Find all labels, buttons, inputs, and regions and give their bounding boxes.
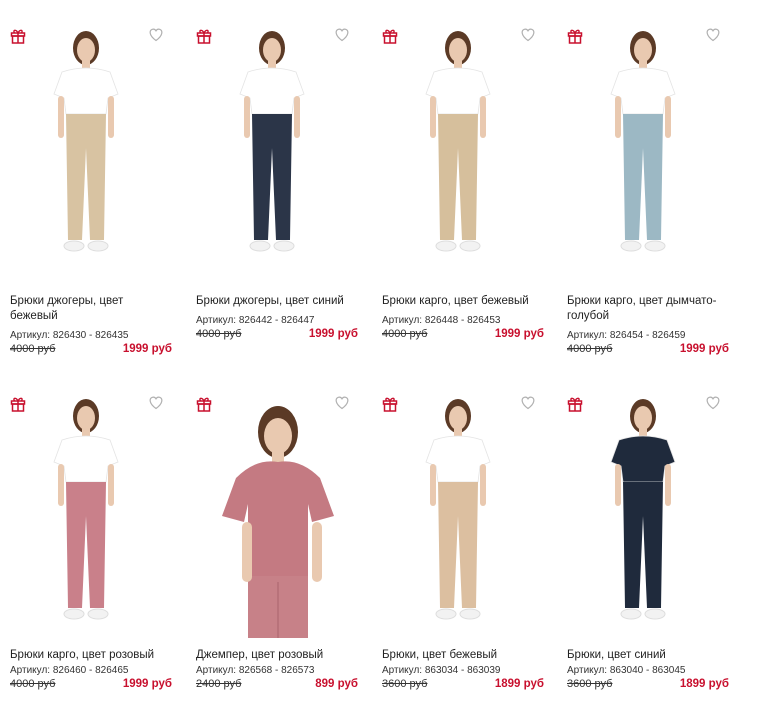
product-photo[interactable] [372,18,544,280]
product-sku: Артикул: 826454 - 826459 [567,330,686,341]
gift-icon[interactable] [382,28,398,44]
model-figure [610,399,676,620]
old-price: 3600 руб [382,678,428,690]
model-figure [425,31,491,252]
product-title[interactable]: Брюки, цвет бежевый [382,648,542,663]
old-price: 4000 руб [567,343,613,355]
model-figure [425,399,491,620]
product-photo[interactable] [372,386,544,638]
product-sku: Артикул: 826448 - 826453 [382,315,501,326]
model-figure [53,31,119,252]
heart-icon[interactable] [148,395,164,410]
product-photo[interactable] [186,386,358,638]
sale-price: 1999 руб [122,678,172,690]
sale-price: 899 руб [315,678,358,690]
sale-price: 1999 руб [308,328,358,340]
product-card[interactable]: Брюки, цвет синий Артикул: 863040 - 8630… [557,386,729,706]
gift-icon[interactable] [10,396,26,412]
product-photo[interactable] [0,386,172,638]
product-photo[interactable] [557,386,729,638]
old-price: 4000 руб [10,678,56,690]
gift-icon[interactable] [382,396,398,412]
gift-icon[interactable] [196,28,212,44]
product-sku: Артикул: 826430 - 826435 [10,330,129,341]
product-card[interactable]: Брюки джогеры, цвет бежевый Артикул: 826… [0,18,172,358]
product-sku: Артикул: 863040 - 863045 [567,665,686,676]
model-figure [239,31,305,252]
product-card[interactable]: Брюки джогеры, цвет синий Артикул: 82644… [186,18,358,358]
product-title[interactable]: Джемпер, цвет розовый [196,648,356,663]
heart-icon[interactable] [705,27,721,42]
product-photo[interactable] [186,18,358,280]
sale-price: 1999 руб [122,343,172,355]
product-title[interactable]: Брюки джогеры, цвет бежевый [10,294,170,324]
product-card[interactable]: Брюки карго, цвет дымчато-голубой Артику… [557,18,729,358]
gift-icon[interactable] [10,28,26,44]
heart-icon[interactable] [334,395,350,410]
heart-icon[interactable] [520,27,536,42]
old-price: 4000 руб [196,328,242,340]
product-title[interactable]: Брюки джогеры, цвет синий [196,294,356,309]
sale-price: 1899 руб [679,678,729,690]
model-figure [53,399,119,620]
product-card[interactable]: Джемпер, цвет розовый Артикул: 826568 - … [186,386,358,706]
product-card[interactable]: Брюки карго, цвет розовый Артикул: 82646… [0,386,172,706]
old-price: 4000 руб [10,343,56,355]
gift-icon[interactable] [567,28,583,44]
product-title[interactable]: Брюки, цвет синий [567,648,727,663]
product-title[interactable]: Брюки карго, цвет бежевый [382,294,542,309]
sale-price: 1999 руб [494,328,544,340]
product-grid: Брюки джогеры, цвет бежевый Артикул: 826… [0,0,772,716]
product-sku: Артикул: 826442 - 826447 [196,315,315,326]
old-price: 2400 руб [196,678,242,690]
product-sku: Артикул: 826568 - 826573 [196,665,315,676]
product-title[interactable]: Брюки карго, цвет дымчато-голубой [567,294,727,324]
gift-icon[interactable] [567,396,583,412]
product-photo[interactable] [0,18,172,280]
sale-price: 1999 руб [679,343,729,355]
gift-icon[interactable] [196,396,212,412]
product-card[interactable]: Брюки карго, цвет бежевый Артикул: 82644… [372,18,544,358]
product-photo[interactable] [557,18,729,280]
product-sku: Артикул: 826460 - 826465 [10,665,129,676]
heart-icon[interactable] [520,395,536,410]
heart-icon[interactable] [148,27,164,42]
product-card[interactable]: Брюки, цвет бежевый Артикул: 863034 - 86… [372,386,544,706]
old-price: 4000 руб [382,328,428,340]
product-sku: Артикул: 863034 - 863039 [382,665,501,676]
old-price: 3600 руб [567,678,613,690]
model-figure [610,31,676,252]
product-title[interactable]: Брюки карго, цвет розовый [10,648,170,663]
heart-icon[interactable] [705,395,721,410]
model-figure [222,406,334,638]
heart-icon[interactable] [334,27,350,42]
sale-price: 1899 руб [494,678,544,690]
